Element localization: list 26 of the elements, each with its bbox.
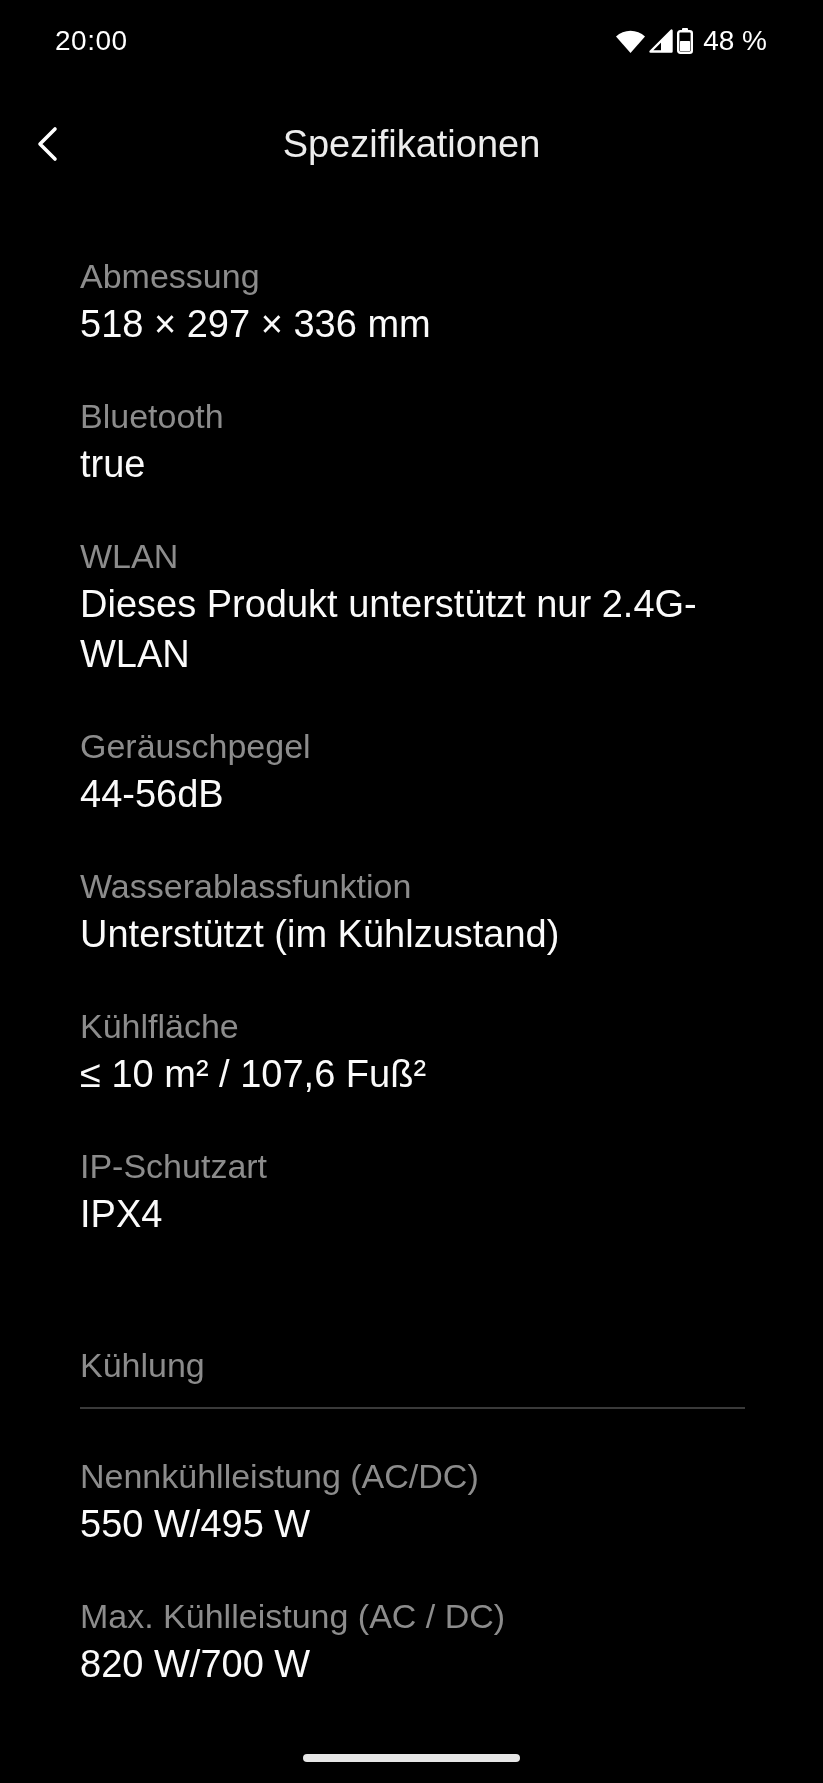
battery-percent: 48 % [703,25,767,57]
battery-icon [677,28,694,54]
spec-label: Max. Kühlleistung (AC / DC) [80,1596,507,1637]
spec-label: Kühlfläche [80,1006,240,1047]
spec-value: ≤ 10 m² / 107,6 Fuß² [80,1052,428,1097]
spec-label: WLAN [80,536,180,577]
spec-label: IP-Schutzart [80,1146,269,1187]
spec-value: 820 W/700 W [80,1642,312,1687]
spec-value: 44-56dB [80,772,225,817]
spec-value: 550 W/495 W [80,1502,312,1547]
signal-icon [649,29,674,53]
spec-value: Dieses Produkt unterstützt nur 2.4G-WLAN [80,582,698,677]
spec-label: Wasserablassfunktion [80,866,413,907]
spec-label: Nennkühlleistung (AC/DC) [80,1456,480,1497]
spec-label: Abmessung [80,256,261,297]
back-icon [36,126,58,162]
spec-label: Geräuschpegel [80,726,312,767]
spec-value: Unterstützt (im Kühlzustand) [80,912,561,957]
spec-label: Bluetooth [80,396,225,437]
spec-value: true [80,442,147,487]
page-title: Spezifikationen [282,122,541,167]
section-title: Kühlung [80,1345,206,1386]
spec-value: IPX4 [80,1192,164,1237]
wifi-icon [616,29,646,53]
spec-value: 518 × 297 × 336 mm [80,302,432,347]
status-time: 20:00 [55,25,128,57]
